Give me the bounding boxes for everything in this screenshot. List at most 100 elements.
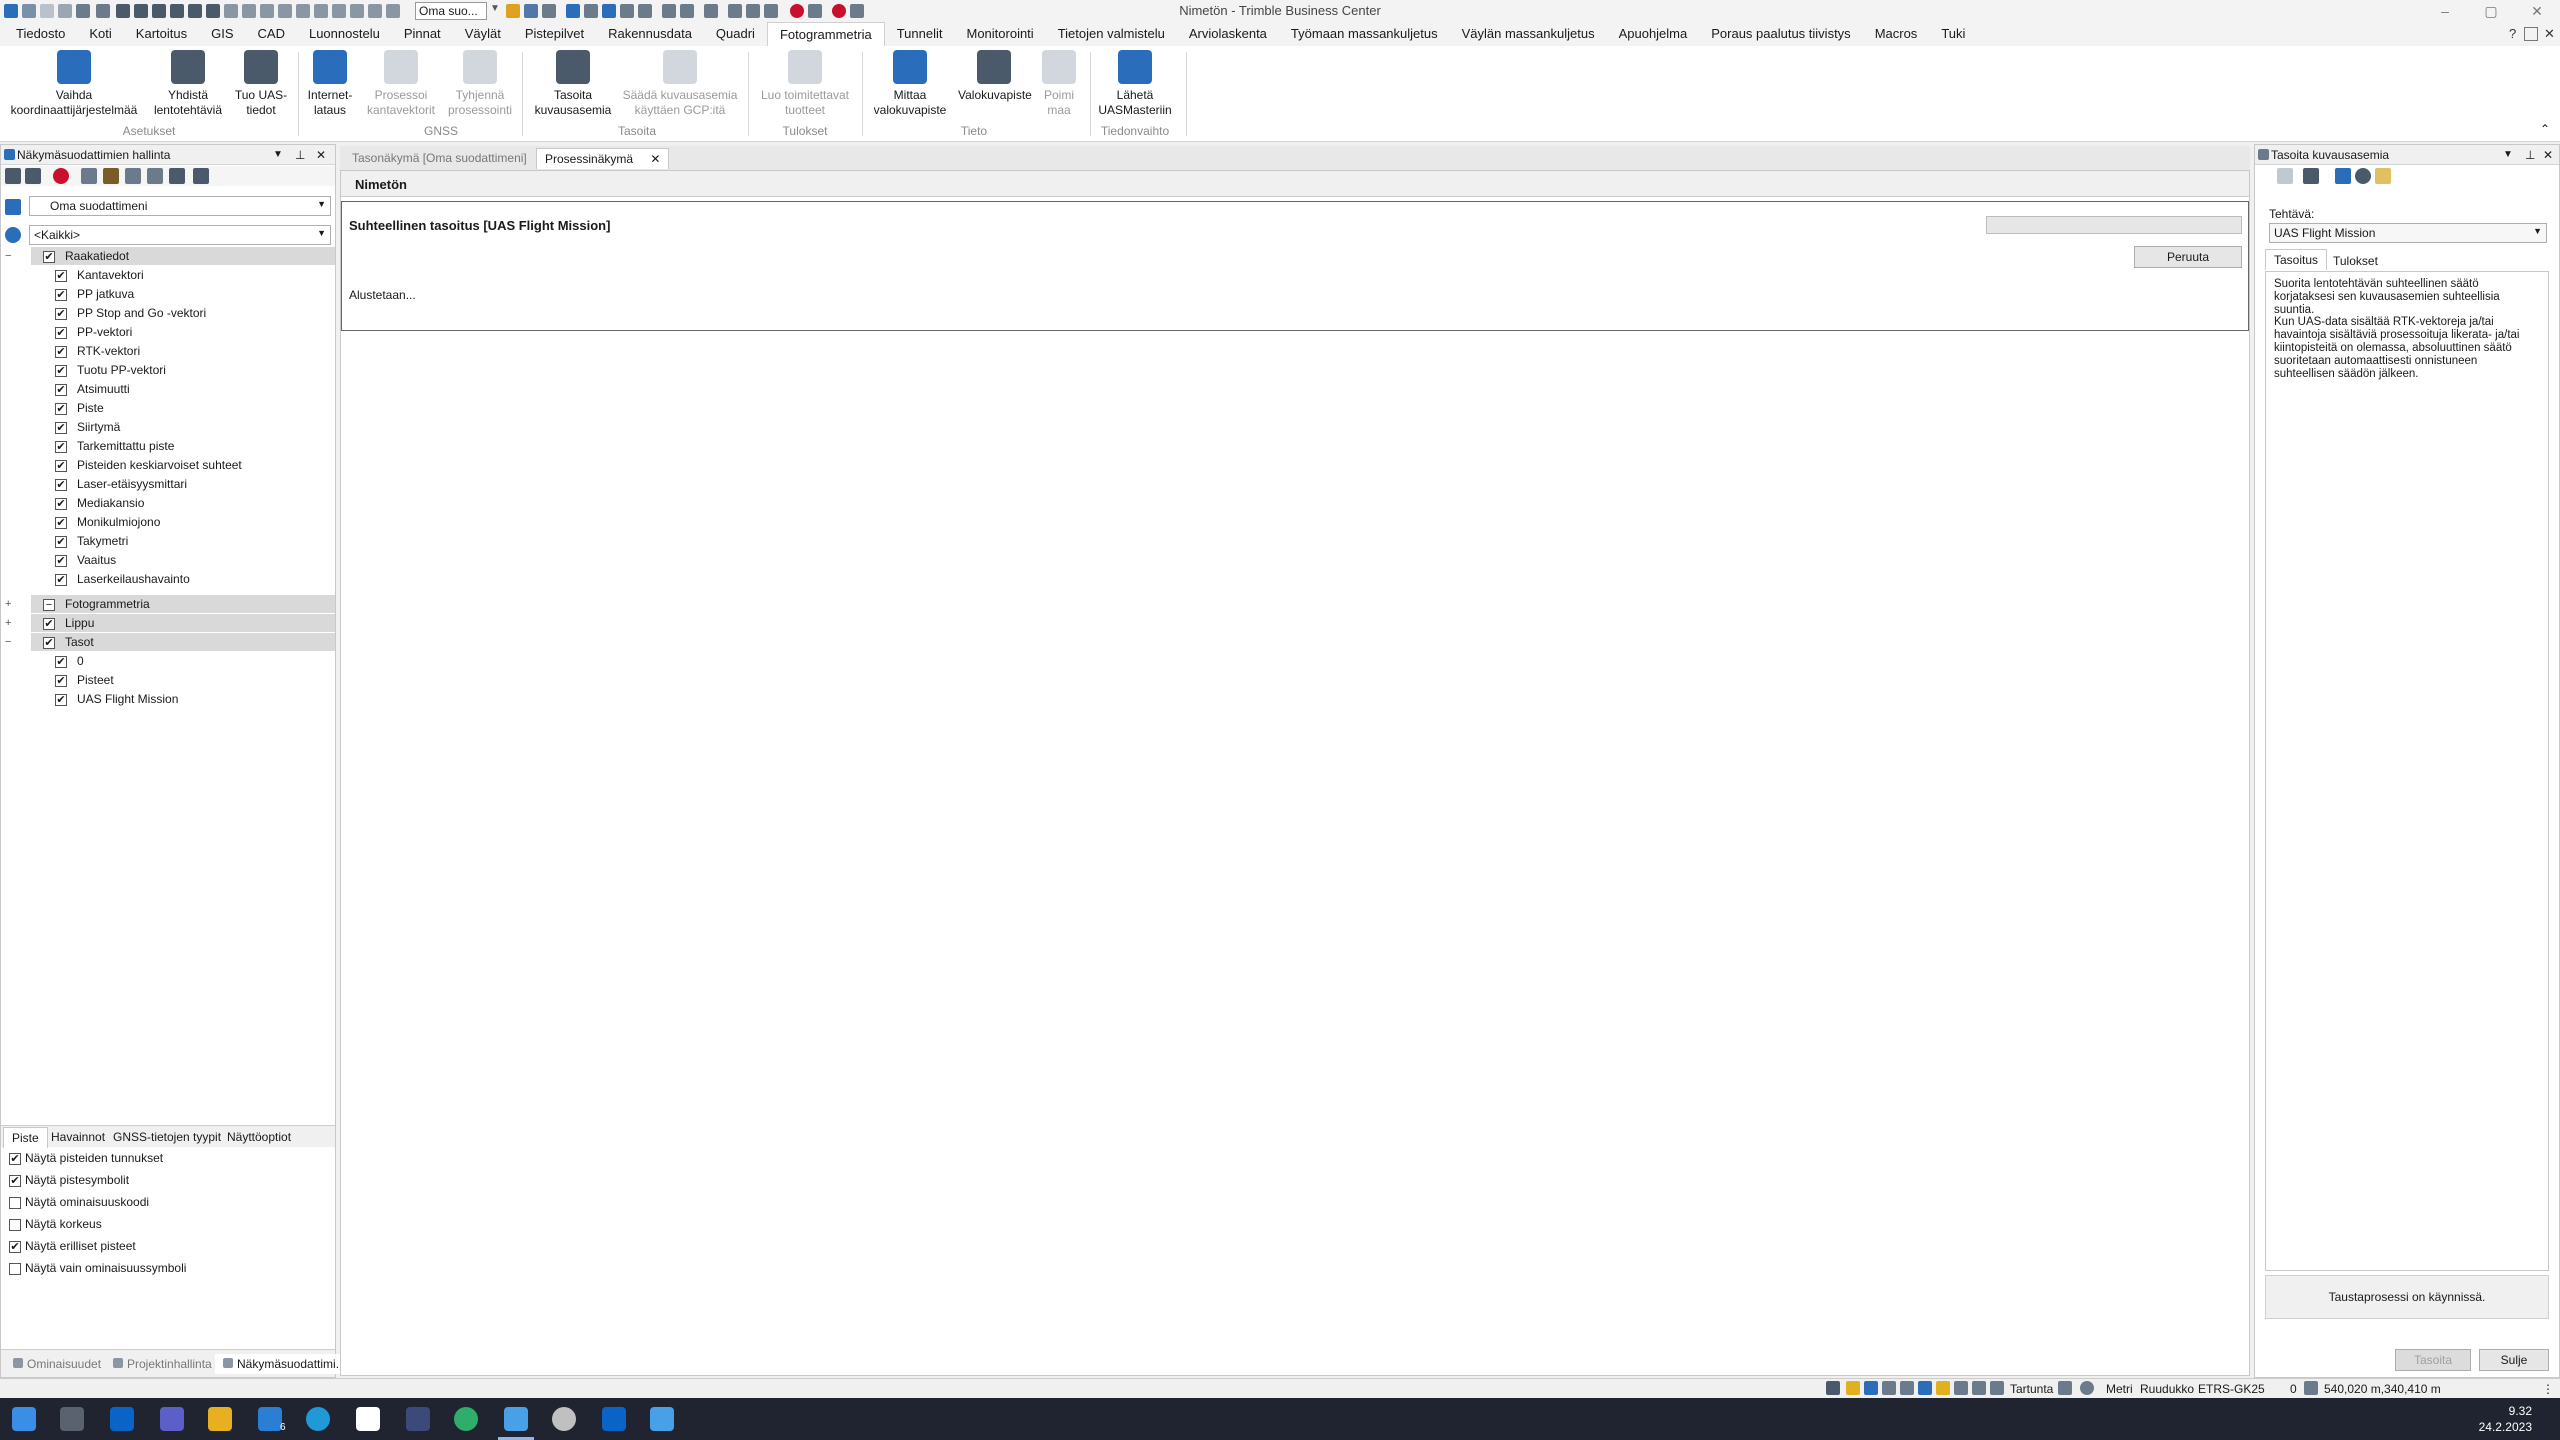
ribbon-button-extract-ground[interactable]: Poimi maa bbox=[1034, 50, 1084, 118]
tree-item[interactable]: ✔ Tarkemittattu piste bbox=[1, 437, 335, 455]
menu-luonnostelu[interactable]: Luonnostelu bbox=[297, 22, 392, 46]
view-2d-icon[interactable] bbox=[260, 4, 274, 18]
new-filter-icon[interactable] bbox=[5, 168, 21, 184]
menu-pinnat[interactable]: Pinnat bbox=[392, 22, 453, 46]
tree-item[interactable]: ✔ 0 bbox=[1, 652, 335, 670]
menu-työmaan-massankuljetus[interactable]: Työmaan massankuljetus bbox=[1279, 22, 1450, 46]
cancel-button[interactable]: Peruuta bbox=[2134, 246, 2242, 268]
view-icon[interactable] bbox=[662, 4, 676, 18]
rotate-icon[interactable] bbox=[296, 4, 310, 18]
tree-checkbox[interactable]: ✔ bbox=[43, 617, 55, 630]
command-icon[interactable] bbox=[1826, 1381, 1840, 1395]
ribbon-button-network-adjust[interactable]: Tasoita kuvausasemia bbox=[522, 50, 624, 118]
draw-icon[interactable] bbox=[764, 4, 778, 18]
tab-process-view[interactable]: Prosessinäkymä ✕ bbox=[536, 148, 670, 169]
snap-icon[interactable] bbox=[386, 4, 400, 18]
app-icon[interactable] bbox=[4, 4, 18, 18]
adjust-button[interactable]: Tasoita bbox=[2395, 1349, 2471, 1371]
map-icon[interactable] bbox=[1918, 1381, 1932, 1395]
tree-checkbox[interactable]: ✔ bbox=[43, 636, 55, 649]
tool-icon[interactable] bbox=[680, 4, 694, 18]
tree-checkbox[interactable]: ✔ bbox=[55, 326, 67, 339]
menu-tiedosto[interactable]: Tiedosto bbox=[4, 22, 77, 46]
ribbon-button-measure-photo-point[interactable]: Mittaa valokuvapiste bbox=[864, 50, 956, 118]
undo-icon[interactable] bbox=[22, 4, 36, 18]
close-icon[interactable]: ✕ bbox=[316, 145, 326, 165]
print-icon[interactable] bbox=[188, 4, 202, 18]
tree-item[interactable]: ✔ PP Stop and Go -vektori bbox=[1, 304, 335, 322]
tree-item[interactable]: ✔ RTK-vektori bbox=[1, 342, 335, 360]
notion-icon[interactable] bbox=[356, 1407, 380, 1431]
tree-checkbox[interactable]: ✔ bbox=[55, 440, 67, 453]
select-icon[interactable] bbox=[332, 4, 346, 18]
tree-group[interactable]: + − Fotogrammetria bbox=[5, 595, 335, 613]
tree-group[interactable]: + ✔ Lippu bbox=[5, 614, 335, 632]
tree-checkbox[interactable]: ✔ bbox=[55, 693, 67, 706]
tree-checkbox[interactable]: ✔ bbox=[55, 535, 67, 548]
coordinate-icon[interactable] bbox=[1864, 1381, 1878, 1395]
menu-gis[interactable]: GIS bbox=[199, 22, 245, 46]
tree-item[interactable]: ✔ Vaaitus bbox=[1, 551, 335, 569]
filter-settings-icon[interactable] bbox=[193, 168, 209, 184]
menu-monitorointi[interactable]: Monitorointi bbox=[954, 22, 1045, 46]
snap-mode-icon[interactable] bbox=[1846, 1381, 1860, 1395]
tree-checkbox[interactable]: ✔ bbox=[55, 459, 67, 472]
menu-väylän-massankuljetus[interactable]: Väylän massankuljetus bbox=[1450, 22, 1607, 46]
close-panel-button[interactable]: Sulje bbox=[2479, 1349, 2549, 1371]
zoom-extents-icon[interactable] bbox=[224, 4, 238, 18]
cancel-icon[interactable] bbox=[832, 4, 846, 18]
tree-item[interactable]: ✔ Piste bbox=[1, 399, 335, 417]
tree-group[interactable]: − ✔ Raakatiedot bbox=[5, 247, 335, 265]
bottom-tab[interactable]: Näkymäsuodattimi... bbox=[215, 1354, 354, 1374]
open-icon[interactable] bbox=[116, 4, 130, 18]
project-explorer-icon[interactable] bbox=[566, 4, 580, 18]
options-tab[interactable]: GNSS-tietojen tyypit bbox=[105, 1127, 229, 1147]
document-icon[interactable] bbox=[584, 4, 598, 18]
expand-icon[interactable]: + bbox=[5, 595, 11, 613]
option-checkbox[interactable]: ✔ bbox=[9, 1240, 21, 1253]
display-option[interactable]: Näytä ominaisuuskoodi bbox=[9, 1193, 149, 1211]
sketch-icon[interactable] bbox=[650, 1407, 674, 1431]
tree-checkbox[interactable]: ✔ bbox=[55, 364, 67, 377]
display-option[interactable]: ✔ Näytä erilliset pisteet bbox=[9, 1237, 136, 1255]
grid-icon[interactable] bbox=[620, 4, 634, 18]
menu-tietojen-valmistelu[interactable]: Tietojen valmistelu bbox=[1046, 22, 1177, 46]
bottom-tab[interactable]: Projektinhallinta bbox=[105, 1354, 220, 1374]
edge-dev-icon[interactable] bbox=[454, 1407, 478, 1431]
options-tab[interactable]: Havainnot bbox=[43, 1127, 113, 1147]
display-option[interactable]: ✔ Näytä pistesymbolit bbox=[9, 1171, 129, 1189]
edge-icon[interactable] bbox=[306, 1407, 330, 1431]
status-menu-icon[interactable]: ⋮ bbox=[2542, 1382, 2554, 1396]
stop-icon[interactable] bbox=[808, 4, 822, 18]
tbc-icon[interactable] bbox=[504, 1407, 528, 1431]
polyline-icon[interactable] bbox=[746, 4, 760, 18]
properties-icon[interactable] bbox=[542, 4, 556, 18]
ruler-icon[interactable] bbox=[2058, 1381, 2072, 1395]
menu-quadri[interactable]: Quadri bbox=[704, 22, 767, 46]
layer-all-icon[interactable] bbox=[147, 168, 163, 184]
outlook-icon[interactable] bbox=[110, 1407, 134, 1431]
customize-icon[interactable] bbox=[850, 4, 864, 18]
tree-checkbox[interactable]: ✔ bbox=[55, 269, 67, 282]
zoom-window-icon[interactable] bbox=[242, 4, 256, 18]
tree-item[interactable]: ✔ Pisteiden keskiarvoiset suhteet bbox=[1, 456, 335, 474]
report-icon[interactable] bbox=[2375, 168, 2391, 184]
tree-checkbox[interactable]: ✔ bbox=[55, 307, 67, 320]
expand-icon[interactable]: + bbox=[5, 614, 11, 632]
table-icon[interactable] bbox=[2303, 168, 2319, 184]
tree-checkbox[interactable]: ✔ bbox=[55, 288, 67, 301]
layer-manager-icon[interactable] bbox=[524, 4, 538, 18]
menu-macros[interactable]: Macros bbox=[1863, 22, 1930, 46]
tree-checkbox[interactable]: ✔ bbox=[55, 345, 67, 358]
redo-icon[interactable] bbox=[40, 4, 54, 18]
option-checkbox[interactable]: ✔ bbox=[9, 1174, 21, 1187]
clock-date[interactable]: 24.2.2023 bbox=[2460, 1420, 2532, 1434]
tree-item[interactable]: ✔ Laser-etäisyysmittari bbox=[1, 475, 335, 493]
tree-checkbox[interactable]: − bbox=[43, 598, 55, 611]
refresh-icon[interactable] bbox=[58, 4, 72, 18]
menu-rakennusdata[interactable]: Rakennusdata bbox=[596, 22, 704, 46]
close-project-icon[interactable] bbox=[152, 4, 166, 18]
close-icon[interactable]: ✕ bbox=[650, 152, 660, 166]
ribbon-toggle-icon[interactable] bbox=[2524, 27, 2538, 41]
ribbon-button-deliverables[interactable]: Luo toimitettavat tuotteet bbox=[752, 50, 858, 118]
